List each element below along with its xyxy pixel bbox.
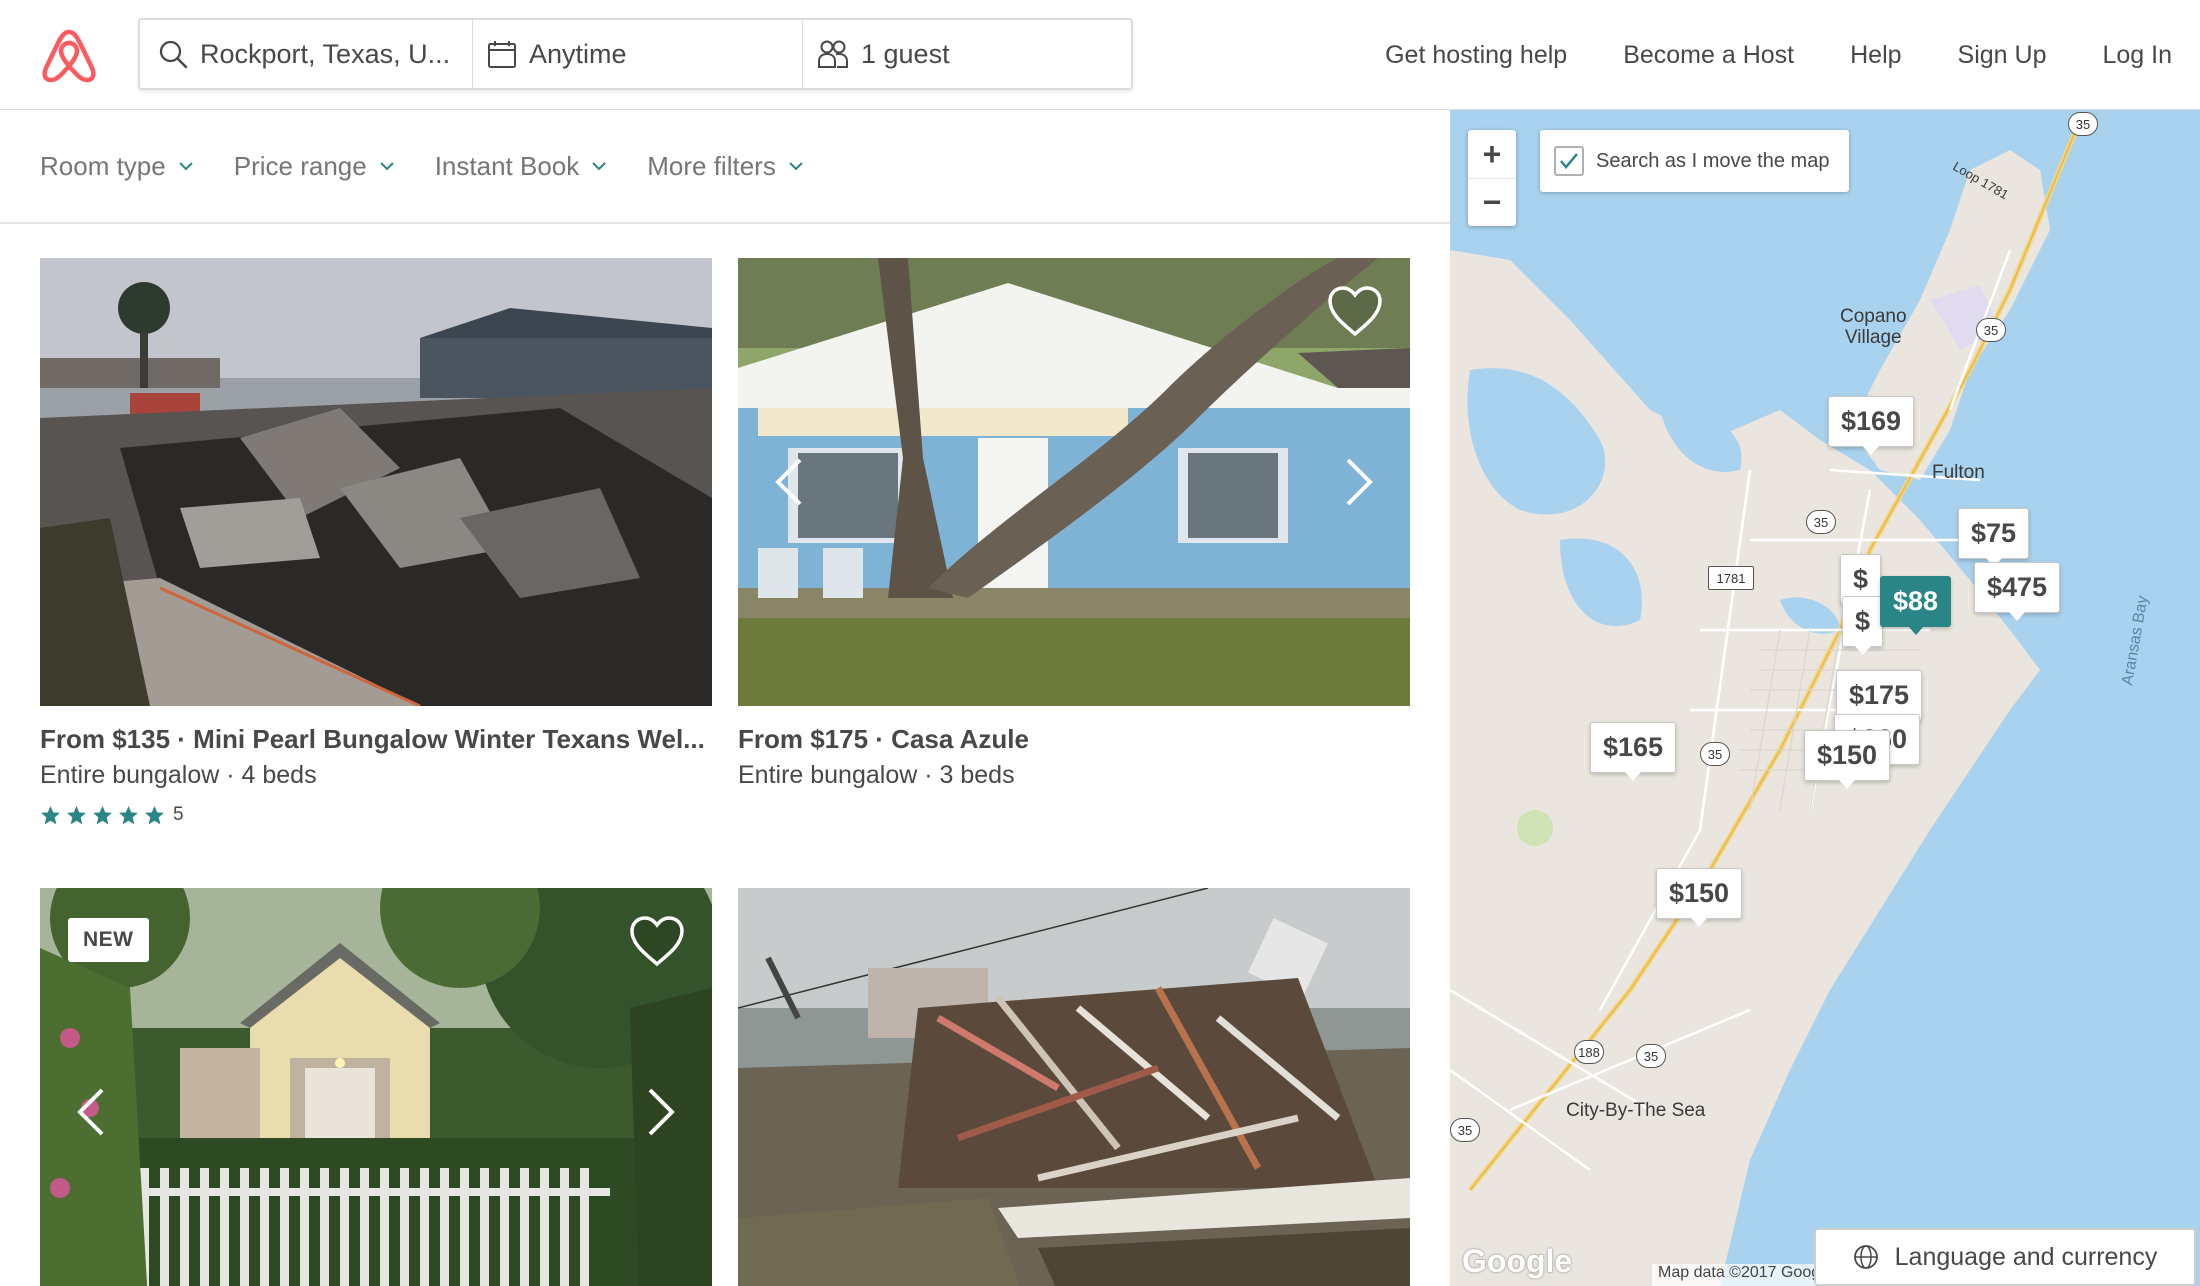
nav-sign-up[interactable]: Sign Up — [1958, 41, 2047, 70]
calendar-icon — [488, 41, 516, 68]
listing-title[interactable]: From $135 · Mini Pearl Bungalow Winter T… — [40, 724, 712, 755]
filter-more-filters[interactable]: More filters — [647, 151, 804, 182]
map-canvas — [1450, 110, 2200, 1286]
listing-card[interactable]: From $175 · Casa Azule Entire bungalow ·… — [738, 258, 1410, 790]
highway-shield: 35 — [1636, 1044, 1666, 1068]
chevron-down-icon — [379, 162, 394, 171]
search-icon — [159, 40, 188, 69]
location-field[interactable]: Rockport, Texas, U... — [140, 20, 472, 88]
star-icon — [67, 805, 86, 824]
listing-card[interactable] — [738, 888, 1410, 1286]
app: Rockport, Texas, U... Anytime 1 guest Ge… — [0, 0, 2200, 1286]
zoom-out-button[interactable]: − — [1468, 178, 1516, 226]
map-label-copano-village: Copano Village — [1840, 306, 1907, 348]
next-photo-arrow-icon[interactable] — [1344, 456, 1374, 508]
star-icon — [93, 805, 112, 824]
price-pin[interactable]: $165 — [1590, 722, 1677, 781]
filter-label: More filters — [647, 150, 776, 181]
listing-photo[interactable] — [738, 888, 1410, 1286]
previous-photo-arrow-icon[interactable] — [76, 1086, 106, 1138]
listing-photo[interactable] — [738, 258, 1410, 706]
blue-house-photo — [738, 258, 1410, 706]
highway-shield: 35 — [1976, 318, 2006, 342]
guests-field[interactable]: 1 guest — [802, 20, 1131, 88]
rating: 5 — [40, 804, 712, 826]
previous-photo-arrow-icon[interactable] — [774, 456, 804, 508]
google-logo: Google — [1462, 1243, 1573, 1279]
nav-get-hosting-help[interactable]: Get hosting help — [1385, 41, 1567, 70]
filter-bar: Room type Price range Instant Book More … — [0, 110, 1450, 224]
listings-grid: From $135 · Mini Pearl Bungalow Winter T… — [0, 226, 1450, 1286]
nav-log-in[interactable]: Log In — [2102, 41, 2172, 70]
chevron-down-icon — [789, 162, 803, 171]
filter-label: Instant Book — [434, 150, 580, 181]
highway-shield: 35 — [1806, 510, 1836, 534]
language-and-currency-button[interactable]: Language and currency — [1814, 1228, 2196, 1286]
guests-icon — [818, 40, 848, 68]
nav-become-a-host[interactable]: Become a Host — [1623, 41, 1794, 70]
price-pin[interactable]: $169 — [1828, 396, 1915, 455]
highway-shield: 35 — [2068, 112, 2098, 136]
search-as-move-checkbox[interactable] — [1554, 146, 1584, 176]
listing-card[interactable]: NEW — [40, 888, 712, 1286]
new-badge: NEW — [68, 918, 149, 962]
filter-instant-book[interactable]: Instant Book — [435, 151, 608, 182]
save-heart-icon[interactable] — [1326, 284, 1384, 338]
filter-label: Room type — [40, 150, 166, 181]
language-and-currency-label: Language and currency — [1894, 1242, 2158, 1271]
price-pin[interactable]: $475 — [1974, 562, 2061, 621]
globe-icon — [1853, 1245, 1878, 1269]
listing-subtitle: Entire bungalow · 4 beds — [40, 761, 317, 789]
filter-label: Price range — [233, 150, 367, 181]
zoom-controls: + − — [1468, 130, 1516, 226]
highway-shield: 1781 — [1708, 566, 1754, 590]
search-as-move-label: Search as I move the map — [1596, 149, 1830, 172]
save-heart-icon[interactable] — [628, 914, 686, 968]
price-pin[interactable]: $150 — [1656, 868, 1743, 927]
highway-shield: 188 — [1574, 1040, 1604, 1064]
listing-photo[interactable] — [40, 258, 712, 706]
nav-help[interactable]: Help — [1850, 41, 1901, 70]
filter-room-type[interactable]: Room type — [40, 151, 194, 182]
price-pin-active[interactable]: $88 — [1880, 576, 1952, 635]
chevron-down-icon — [179, 162, 193, 171]
review-count: 5 — [173, 804, 184, 825]
storm-debris-photo — [738, 888, 1410, 1286]
listing-photo[interactable]: NEW — [40, 888, 712, 1286]
top-nav: Get hosting help Become a Host Help Sign… — [1329, 0, 2172, 110]
search-as-move-toggle[interactable]: Search as I move the map — [1540, 130, 1850, 192]
listing-card[interactable]: From $135 · Mini Pearl Bungalow Winter T… — [40, 258, 712, 826]
fire-damage-photo — [40, 258, 712, 706]
map-attribution[interactable]: Map data ©2017 Google — [1652, 1264, 1839, 1286]
map-label-city-by-the-sea: City-By-The Sea — [1566, 1100, 1706, 1121]
location-value: Rockport, Texas, U... — [200, 38, 451, 69]
star-icon — [119, 805, 138, 824]
chevron-down-icon — [592, 162, 606, 171]
highway-shield: 35 — [1450, 1118, 1480, 1142]
checkmark-icon — [1560, 153, 1578, 169]
map-panel[interactable]: Copano Village Fulton City-By-The Sea Ar… — [1450, 110, 2200, 1286]
star-icon — [41, 805, 60, 824]
price-pin[interactable]: $150 — [1804, 730, 1891, 789]
star-icon — [145, 805, 164, 824]
top-header: Rockport, Texas, U... Anytime 1 guest Ge… — [0, 0, 2200, 110]
filter-price-range[interactable]: Price range — [234, 151, 395, 182]
price-pin[interactable]: $ — [1842, 596, 1884, 655]
listing-title[interactable]: From $175 · Casa Azule — [738, 724, 1410, 755]
zoom-in-button[interactable]: + — [1468, 130, 1516, 178]
dates-value: Anytime — [529, 38, 627, 69]
guests-value: 1 guest — [861, 38, 950, 69]
next-photo-arrow-icon[interactable] — [646, 1086, 676, 1138]
listing-subtitle: Entire bungalow · 3 beds — [738, 761, 1015, 789]
price-pin[interactable]: $75 — [1958, 508, 2030, 567]
highway-shield: 35 — [1700, 742, 1730, 766]
map-label-fulton: Fulton — [1932, 462, 1985, 483]
airbnb-logo-icon[interactable] — [40, 28, 98, 84]
search-bar: Rockport, Texas, U... Anytime 1 guest — [138, 18, 1133, 90]
dates-field[interactable]: Anytime — [472, 20, 802, 88]
